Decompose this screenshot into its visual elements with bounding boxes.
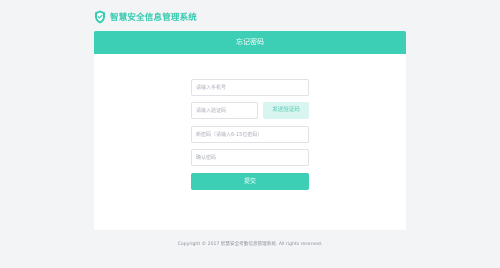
verification-code-input[interactable] xyxy=(191,102,258,119)
card-header: 忘记密码 xyxy=(94,31,406,54)
phone-input[interactable] xyxy=(191,79,309,96)
brand-name: 智慧安全信息管理系统 xyxy=(110,13,198,23)
submit-button[interactable]: 提交 xyxy=(191,173,309,190)
footer-copyright: Copyright © 2017 智慧安全考勤信息管理系统. All right… xyxy=(177,242,323,247)
page-title: 忘记密码 xyxy=(236,38,264,46)
new-password-input[interactable] xyxy=(191,126,309,143)
brand: 智慧安全信息管理系统 xyxy=(94,10,197,24)
send-code-button[interactable]: 发送验证码 xyxy=(263,102,309,119)
confirm-password-input[interactable] xyxy=(191,149,309,166)
shield-icon xyxy=(95,10,105,24)
